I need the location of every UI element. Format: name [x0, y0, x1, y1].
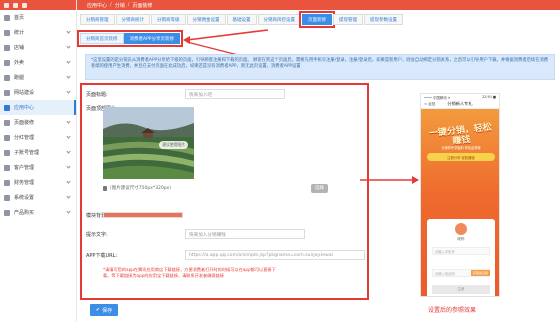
- bg-color-picker[interactable]: [103, 212, 183, 218]
- globe-icon: [4, 89, 10, 96]
- sub-tabs: 分销商首页装修 消费者APP分享页装修: [76, 30, 184, 47]
- upload-row: (图片建议尺寸750px*320px) 选择: [103, 182, 328, 194]
- subtab-home-decor[interactable]: 分销商首页装修: [80, 33, 124, 44]
- chevron-down-icon: [66, 29, 71, 34]
- finance-icon: [4, 179, 10, 186]
- brush-icon: [4, 119, 10, 126]
- gear-icon: [4, 194, 10, 201]
- breadcrumb-current: 页面装修: [132, 2, 153, 9]
- sidebar-header: [0, 0, 76, 10]
- sidebar-item-bonus[interactable]: 分红管理: [0, 130, 76, 145]
- breadcrumb-home[interactable]: 应用中心: [87, 2, 107, 9]
- sidebar-item-website[interactable]: 网站建设: [0, 85, 76, 100]
- avatar: [455, 223, 467, 235]
- sidebar-item-home[interactable]: 首页: [0, 10, 76, 25]
- chevron-down-icon: [66, 119, 71, 124]
- sidebar-item-subaccount[interactable]: 子账号管理: [0, 145, 76, 160]
- upload-icon: [103, 185, 107, 191]
- chevron-down-icon: [66, 164, 71, 169]
- sidebar-item-customer[interactable]: 客户管理: [0, 160, 76, 175]
- chevron-down-icon: [66, 89, 71, 94]
- phone-register-card: 昵称 请输入手机号 请输入验证码 获取验证码 注册: [427, 219, 495, 296]
- chevron-down-icon: [66, 194, 71, 199]
- title-label: 页面标题:: [86, 92, 108, 98]
- breadcrumb-separator: /: [110, 2, 112, 8]
- chevron-down-icon: [66, 179, 71, 184]
- save-button[interactable]: ✔ 保存: [90, 304, 118, 316]
- tab-commission[interactable]: 分销佣金设置: [186, 14, 226, 25]
- preview-caption: 设置后的参照效果: [428, 307, 477, 314]
- phone-subline: 分销商专享福利 有机会获得: [441, 146, 481, 150]
- bell-icon[interactable]: [22, 2, 27, 8]
- phone-submit-button: 注册: [432, 285, 490, 294]
- tab-distributor-level[interactable]: 分销商等级: [151, 14, 186, 25]
- choose-image-button[interactable]: 选择: [311, 183, 328, 193]
- store-icon[interactable]: [4, 2, 9, 8]
- breadcrumb: 应用中心 / 分销 / 页面装修: [77, 0, 560, 10]
- store-icon: [4, 44, 10, 51]
- tab-distributor-manage[interactable]: 分销商管理: [80, 14, 115, 25]
- chevron-down-icon: [66, 74, 71, 79]
- tab-distributor-stats[interactable]: 分销商统计: [115, 14, 150, 25]
- takeout-icon: [4, 59, 10, 66]
- chevron-down-icon: [66, 44, 71, 49]
- apps-icon: [4, 104, 10, 111]
- button-text-input[interactable]: 快来加入分销赚钱: [185, 229, 305, 239]
- home-icon: [4, 14, 10, 21]
- chart-icon: [4, 29, 10, 36]
- tab-withdraw-settings[interactable]: 提现参数设置: [364, 14, 403, 25]
- tab-risk-control[interactable]: 分销商风控设置: [257, 14, 301, 25]
- tab-page-decor[interactable]: 页面装修: [299, 11, 335, 28]
- errand-icon: [4, 74, 10, 81]
- customer-icon: [4, 164, 10, 171]
- phone-nickname: 昵称: [457, 237, 465, 241]
- phone-number-field: 请输入手机号: [432, 247, 490, 255]
- sidebar-item-app-center[interactable]: 应用中心: [0, 100, 76, 115]
- main-tabs: 分销商管理 分销商统计 分销商等级 分销佣金设置 基础设置 分销商风控设置 页面…: [80, 11, 403, 28]
- account-icon: [4, 149, 10, 156]
- sidebar-item-purchase[interactable]: 产品购买: [0, 205, 76, 220]
- sidebar-item-errand[interactable]: 跑腿: [0, 70, 76, 85]
- tab-withdraw-manage[interactable]: 提现管理: [333, 14, 363, 25]
- top-image-preview[interactable]: 建议使用图片: [103, 107, 194, 179]
- upload-hint: (图片建议尺寸750px*320px): [110, 186, 171, 191]
- image-badge: 建议使用图片: [159, 141, 188, 149]
- save-icon: ✔: [95, 307, 101, 313]
- phone-code-button: 获取验证码: [470, 270, 490, 276]
- sidebar-item-finance[interactable]: 财务管理: [0, 175, 76, 190]
- phone-back-link: < 返回: [424, 101, 436, 106]
- phone-banner: 注册分享 轻松赚钱: [427, 153, 495, 161]
- sidebar-item-page-decor[interactable]: 页面装修: [0, 115, 76, 130]
- sidebar-item-stats[interactable]: 统计: [0, 25, 76, 40]
- chevron-down-icon: [66, 134, 71, 139]
- bonus-icon: [4, 134, 10, 141]
- phone-nav-title: 分销新人专礼: [447, 101, 473, 106]
- sidebar-item-takeout[interactable]: 外卖: [0, 55, 76, 70]
- app-url-input[interactable]: https://a.app.qq.com/o/simple.jsp?pkgnam…: [185, 250, 365, 260]
- phone-nav-bar: < 返回 分销新人专礼: [421, 100, 499, 109]
- chevron-down-icon: [66, 209, 71, 214]
- button-text-label: 提示文字:: [86, 232, 108, 238]
- breadcrumb-separator: /: [127, 2, 130, 8]
- sidebar-menu: 首页 统计 店铺 外卖 跑腿 网站建设 应用中心 页面装修 分红管理 子账号管理…: [0, 10, 76, 220]
- chevron-down-icon: [66, 59, 71, 64]
- breadcrumb-distribution[interactable]: 分销: [115, 2, 125, 9]
- title-input[interactable]: 快来加入吧: [185, 89, 285, 99]
- phone-preview: •••• 中国移动 ✈ 22:50 ■ < 返回 分销新人专礼 一键分销，轻松赚…: [420, 93, 500, 297]
- sidebar-item-store[interactable]: 店铺: [0, 40, 76, 55]
- phone-hero: 一键分销，轻松赚钱 分销商专享福利 有机会获得 注册分享 轻松赚钱 昵称 请输入…: [421, 109, 499, 296]
- app-url-warning: *请填写您的app在腾讯应用商店下载链接，方便消费者打开时的时候可以在app都可…: [103, 267, 276, 278]
- user-icon[interactable]: [13, 2, 18, 8]
- subtab-share-page-decor[interactable]: 消费者APP分享页装修: [123, 33, 181, 44]
- sidebar-item-settings[interactable]: 系统设置: [0, 190, 76, 205]
- cart-icon: [4, 209, 10, 216]
- sidebar: 首页 统计 店铺 外卖 跑腿 网站建设 应用中心 页面装修 分红管理 子账号管理…: [0, 0, 77, 321]
- tab-basic-settings[interactable]: 基础设置: [226, 14, 257, 25]
- notice-banner: *这里设置的是分销员从消费者APP分享给下级的页面，引导顾客注册和下载的页面。 …: [85, 54, 555, 80]
- chevron-down-icon: [66, 149, 71, 154]
- app-url-label: APP下载URL:: [86, 253, 118, 259]
